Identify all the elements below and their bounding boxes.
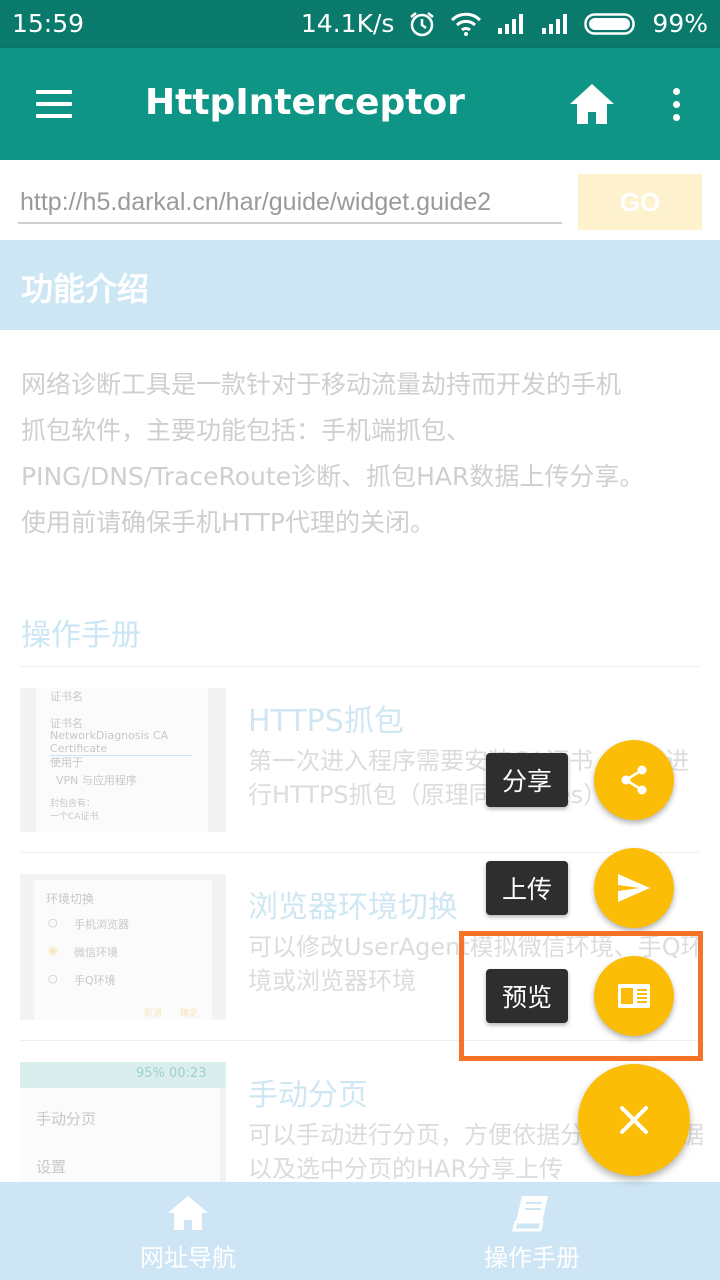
manual-item-thumbnail[interactable]: 环境切换 ○ 手机浏览器 ◉ 微信环境 ○ 手Q环境 取消 确定: [20, 874, 226, 1020]
nav-label: 操作手册: [484, 1244, 580, 1272]
status-icons: 14.1K/s 99%: [301, 9, 708, 38]
home-icon: [570, 84, 614, 124]
divider: [20, 666, 700, 667]
intro-line: 抓包软件，主要功能包括：手机端抓包、: [21, 416, 472, 445]
manual-title: 操作手册: [21, 618, 141, 653]
more-vert-icon: [672, 87, 680, 95]
alarm-icon: [408, 10, 436, 38]
net-speed: 14.1K/s: [300, 9, 395, 38]
bottom-nav: 网址导航 操作手册: [0, 1182, 720, 1280]
wifi-icon: [450, 11, 482, 37]
nav-label: 网址导航: [140, 1244, 236, 1272]
more-options-button[interactable]: [660, 78, 692, 130]
menu-button[interactable]: [26, 78, 82, 130]
home-icon: [168, 1196, 208, 1230]
battery-percent: 99%: [652, 9, 708, 38]
intro-line: 网络诊断工具是一款针对于移动流量劫持而开发的手机: [21, 370, 622, 399]
menu-icon: [36, 90, 72, 94]
close-icon: [620, 1106, 648, 1134]
intro-line: 使用前请确保手机HTTP代理的关闭。: [21, 508, 435, 537]
manual-item-title[interactable]: HTTPS抓包: [248, 696, 404, 740]
manual-item-thumbnail[interactable]: 证书名 证书名 NetworkDiagnosis CA Certificate …: [20, 688, 226, 832]
share-button[interactable]: [594, 740, 674, 820]
book-icon: [512, 1196, 548, 1232]
manual-item-title[interactable]: 浏览器环境切换: [248, 882, 458, 926]
send-icon: [618, 874, 650, 902]
nav-item-url-guide[interactable]: 网址导航: [68, 1182, 308, 1280]
app-title: HttpInterceptor: [145, 82, 465, 123]
signal-icon: [540, 12, 570, 36]
nav-item-manual[interactable]: 操作手册: [412, 1182, 652, 1280]
upload-button[interactable]: [594, 848, 674, 928]
status-time: 15:59: [12, 9, 85, 38]
divider: [20, 852, 700, 853]
share-label[interactable]: 分享: [486, 753, 569, 807]
intro-line: PING/DNS/TraceRoute诊断、抓包HAR数据上传分享。: [21, 462, 645, 491]
close-fab-button[interactable]: [578, 1064, 690, 1176]
battery-icon: [584, 12, 638, 36]
intro-text: 网络诊断工具是一款针对于移动流量劫持而开发的手机 抓包软件，主要功能包括：手机端…: [21, 362, 711, 546]
share-icon: [621, 765, 647, 795]
app-bar: HttpInterceptor: [0, 48, 720, 160]
status-bar: 15:59 14.1K/s 99%: [0, 0, 720, 48]
home-button[interactable]: [568, 82, 616, 126]
highlight-box: [459, 931, 703, 1061]
manual-item-title[interactable]: 手动分页: [248, 1070, 368, 1114]
upload-label[interactable]: 上传: [486, 861, 569, 915]
signal-icon: [496, 12, 526, 36]
go-button[interactable]: GO: [578, 174, 702, 230]
manual-item-thumbnail[interactable]: 95% 00:23 手动分页 设置: [20, 1062, 226, 1182]
url-input[interactable]: [18, 182, 562, 224]
feature-title: 功能介绍: [21, 270, 150, 308]
